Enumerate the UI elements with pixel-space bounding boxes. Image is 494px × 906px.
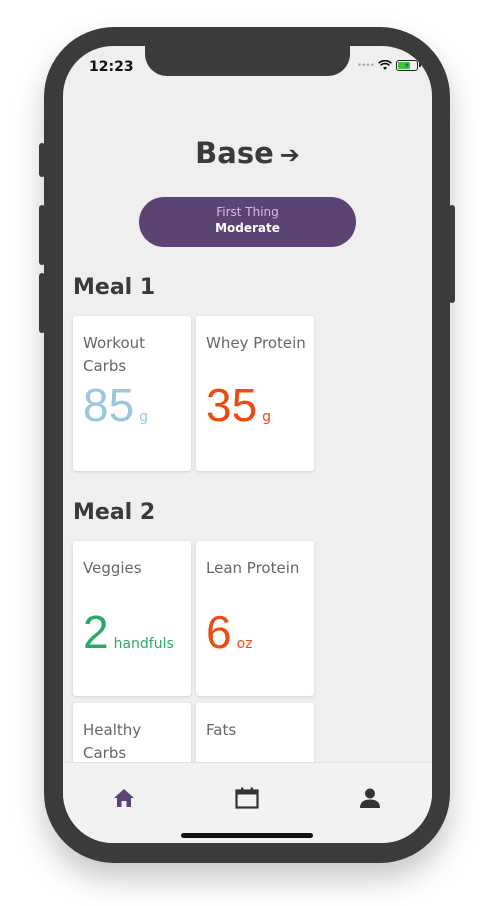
tab-home[interactable] [109, 783, 139, 813]
macro-card-veggies[interactable]: Veggies 2 handfuls [73, 541, 191, 696]
macro-value: 6 [206, 606, 232, 658]
schedule-intensity: Moderate [215, 221, 280, 235]
schedule-pill[interactable]: First Thing Moderate [139, 197, 356, 247]
tab-bar [63, 762, 432, 843]
macro-amount: 6 oz [206, 605, 253, 659]
macro-value: 85 [83, 379, 135, 431]
home-indicator [181, 833, 313, 838]
page-title-text: Base [195, 136, 274, 170]
macro-label: Fats [206, 721, 237, 739]
calendar-icon [235, 787, 259, 809]
arrow-right-icon: ➔ [279, 141, 300, 169]
tab-profile[interactable] [355, 783, 385, 813]
app-screen: 12:23 •••• ⚡ Base ➔ First Thing Moderate … [63, 46, 432, 843]
macro-value: 2 [83, 606, 109, 658]
macro-label: Workout Carbs [83, 334, 146, 375]
macro-unit: handfuls [113, 636, 174, 652]
wifi-icon [378, 60, 392, 70]
macro-card-lean-protein[interactable]: Lean Protein 6 oz [196, 541, 314, 696]
macro-label: Veggies [83, 559, 142, 577]
page-title[interactable]: Base ➔ [63, 136, 432, 170]
macro-card-workout-carbs[interactable]: Workout Carbs 85 g [73, 316, 191, 471]
macro-unit: g [139, 409, 149, 425]
mute-switch [39, 143, 45, 177]
macro-amount: 85 g [83, 378, 148, 432]
macro-value: 35 [206, 379, 258, 431]
volume-up-button [39, 205, 45, 265]
macro-amount: 2 handfuls [83, 605, 174, 659]
tab-calendar[interactable] [232, 783, 262, 813]
macro-amount: 35 g [206, 378, 271, 432]
meal-heading: Meal 1 [73, 275, 156, 300]
macro-label: Lean Protein [206, 559, 300, 577]
home-icon [114, 789, 134, 807]
schedule-label: First Thing [216, 205, 279, 219]
notch [145, 46, 350, 76]
power-button [449, 205, 455, 303]
battery-icon: ⚡ [396, 60, 421, 71]
signal-icon: •••• [356, 60, 375, 71]
macro-label: Healthy Carbs [83, 721, 142, 762]
volume-down-button [39, 273, 45, 333]
macro-label: Whey Protein [206, 334, 306, 352]
status-time: 12:23 [89, 59, 134, 75]
macro-unit: oz [236, 636, 253, 652]
user-icon [360, 788, 380, 808]
meal-heading: Meal 2 [73, 500, 156, 525]
macro-unit: g [262, 409, 272, 425]
macro-card-whey-protein[interactable]: Whey Protein 35 g [196, 316, 314, 471]
status-icons: •••• ⚡ [356, 60, 421, 71]
